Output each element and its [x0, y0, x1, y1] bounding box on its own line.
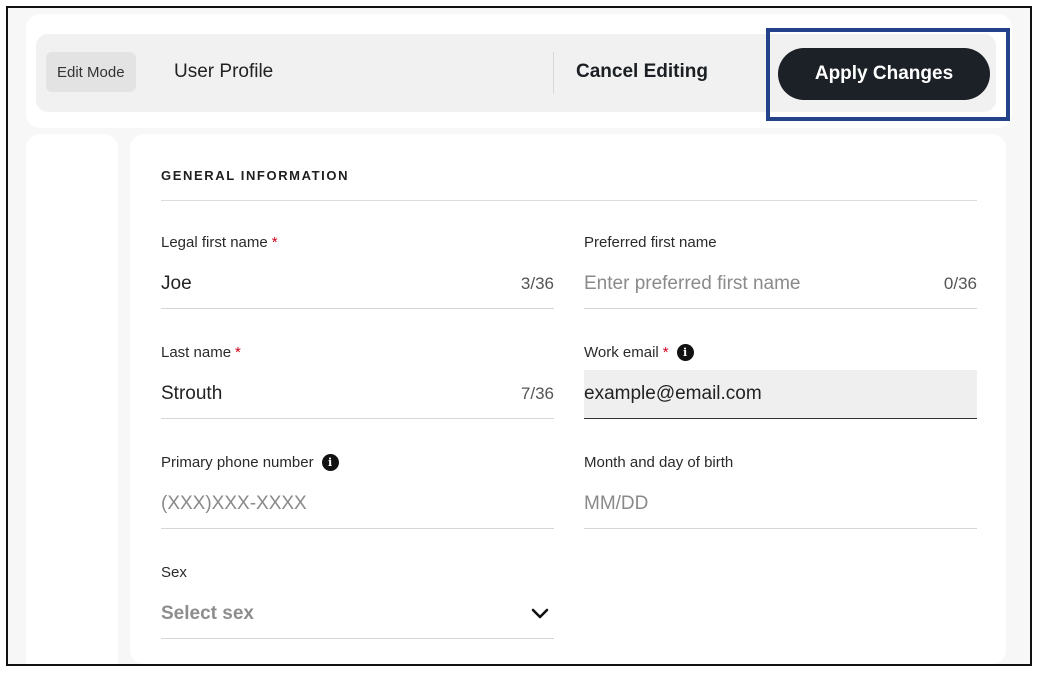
cancel-editing-button[interactable]: Cancel Editing	[576, 52, 708, 92]
sex-label: Sex	[161, 563, 187, 581]
primary-phone-field: Primary phone number i	[161, 452, 554, 529]
work-email-label: Work email * i	[584, 342, 977, 362]
side-panel	[26, 134, 118, 664]
work-email-row	[584, 370, 977, 419]
birth-date-label: Month and day of birth	[584, 453, 734, 471]
last-name-input[interactable]	[161, 371, 461, 417]
preferred-first-name-field: Preferred first name 0/36	[584, 232, 977, 309]
required-asterisk: *	[271, 233, 278, 251]
required-asterisk: *	[235, 343, 241, 361]
section-divider	[161, 200, 977, 201]
legal-first-name-input[interactable]	[161, 261, 461, 307]
last-name-counter: 7/36	[520, 384, 554, 403]
sex-select[interactable]: Select sex	[161, 590, 554, 639]
edit-mode-badge: Edit Mode	[46, 52, 136, 92]
birth-date-input[interactable]	[584, 481, 884, 527]
primary-phone-input[interactable]	[161, 481, 461, 527]
required-asterisk: *	[662, 343, 669, 361]
sex-field: Sex Select sex	[161, 562, 554, 639]
app-frame: Edit Mode User Profile Cancel Editing Ap…	[6, 6, 1032, 666]
preferred-first-name-row: 0/36	[584, 260, 977, 309]
legal-first-name-label: Legal first name *	[161, 233, 278, 251]
birth-date-field: Month and day of birth	[584, 452, 977, 529]
legal-first-name-row: 3/36	[161, 260, 554, 309]
info-icon[interactable]: i	[321, 453, 339, 471]
preferred-first-name-input[interactable]	[584, 261, 884, 307]
info-icon[interactable]: i	[676, 343, 694, 361]
primary-phone-row	[161, 480, 554, 529]
work-email-field: Work email * i	[584, 342, 977, 419]
last-name-row: 7/36	[161, 370, 554, 419]
header-container: Edit Mode User Profile Cancel Editing Ap…	[26, 14, 1012, 128]
page-title: User Profile	[174, 61, 274, 82]
primary-phone-label: Primary phone number i	[161, 452, 554, 472]
preferred-first-name-label: Preferred first name	[584, 233, 717, 251]
preferred-first-name-counter: 0/36	[943, 274, 977, 293]
sex-select-value: Select sex	[161, 603, 254, 624]
legal-first-name-counter: 3/36	[520, 274, 554, 293]
last-name-field: Last name * 7/36	[161, 342, 554, 419]
chevron-down-icon	[531, 608, 549, 619]
work-email-input[interactable]	[584, 371, 884, 417]
legal-first-name-field: Legal first name * 3/36	[161, 232, 554, 309]
profile-form-card: GENERAL INFORMATION Legal first name * 3…	[130, 134, 1006, 664]
last-name-label: Last name *	[161, 343, 241, 361]
birth-date-row	[584, 480, 977, 529]
section-title: GENERAL INFORMATION	[161, 168, 350, 183]
apply-changes-button[interactable]: Apply Changes	[778, 48, 990, 100]
header-divider	[553, 52, 554, 94]
